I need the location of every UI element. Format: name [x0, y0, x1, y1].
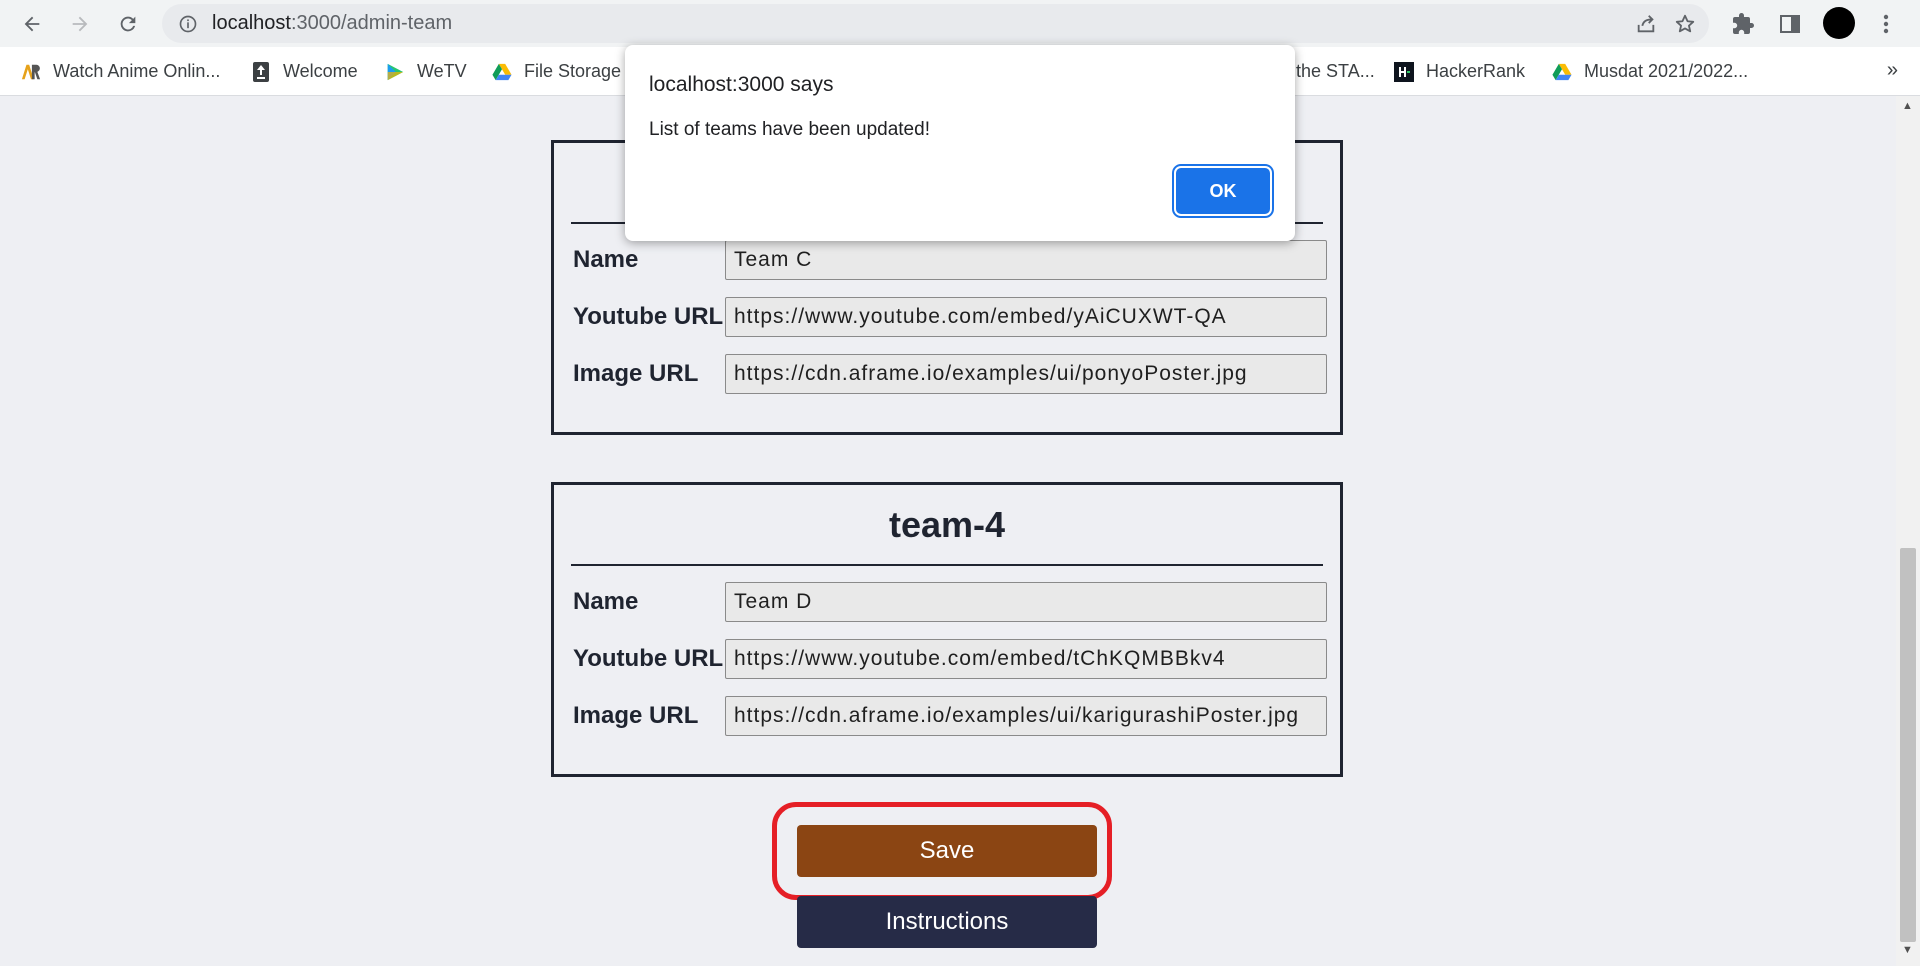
team-card: team-4 Name Youtube URL Image URL	[551, 482, 1343, 777]
bookmark-musdat[interactable]: Musdat 2021/2022...	[1552, 47, 1748, 96]
image-url-input[interactable]	[725, 354, 1327, 394]
bookmark-hackerrank[interactable]: HackerRank	[1394, 47, 1525, 96]
side-panel-icon[interactable]	[1778, 12, 1802, 36]
scroll-up-arrow-icon[interactable]: ▲	[1902, 100, 1913, 112]
team-name-input[interactable]	[725, 240, 1327, 280]
dialog-title: localhost:3000 says	[649, 73, 834, 96]
name-label: Name	[573, 246, 639, 273]
youtube-url-input[interactable]	[725, 639, 1327, 679]
share-icon[interactable]	[1635, 13, 1657, 35]
bookmark-star-icon[interactable]	[1674, 13, 1696, 35]
dialog-ok-button[interactable]: OK	[1172, 164, 1274, 218]
page-scrollbar[interactable]: ▲ ▼	[1896, 96, 1920, 966]
instructions-button[interactable]: Instructions	[797, 896, 1097, 948]
scroll-thumb[interactable]	[1900, 548, 1916, 942]
alert-dialog: localhost:3000 says List of teams have b…	[625, 45, 1295, 241]
address-bar[interactable]: localhost:3000/admin-team	[162, 4, 1709, 43]
card-divider	[571, 564, 1323, 566]
info-icon[interactable]	[178, 14, 198, 34]
youtube-url-label: Youtube URL	[573, 645, 724, 672]
more-bookmarks-chevron-icon[interactable]: »	[1887, 59, 1898, 82]
bookmark-the-sta[interactable]: the STA...	[1296, 47, 1375, 96]
browser-menu-icon[interactable]	[1876, 12, 1896, 36]
arrow-right-icon	[72, 16, 88, 32]
wetv-play-icon	[385, 62, 405, 82]
upload-page-icon	[251, 61, 271, 82]
google-drive-icon	[1552, 62, 1572, 82]
dialog-message: List of teams have been updated!	[649, 119, 930, 140]
image-url-label: Image URL	[573, 360, 699, 387]
team-name-input[interactable]	[725, 582, 1327, 622]
name-label: Name	[573, 588, 639, 615]
google-drive-icon	[492, 62, 512, 82]
profile-avatar[interactable]	[1823, 7, 1855, 39]
scroll-down-arrow-icon[interactable]: ▼	[1902, 944, 1913, 956]
bookmark-wetv[interactable]: WeTV	[385, 47, 467, 96]
bookmark-file-storage[interactable]: File Storage	[492, 47, 621, 96]
youtube-url-input[interactable]	[725, 297, 1327, 337]
hackerrank-icon	[1394, 61, 1414, 82]
youtube-url-label: Youtube URL	[573, 303, 724, 330]
ar-logo-icon	[21, 62, 41, 82]
forward-button[interactable]	[63, 7, 97, 41]
image-url-input[interactable]	[725, 696, 1327, 736]
save-button[interactable]: Save	[797, 825, 1097, 877]
browser-toolbar: localhost:3000/admin-team	[0, 0, 1920, 47]
url-text: localhost:3000/admin-team	[212, 12, 453, 34]
arrow-left-icon	[24, 16, 40, 32]
reload-button[interactable]	[111, 7, 145, 41]
bookmark-welcome[interactable]: Welcome	[251, 47, 358, 96]
bookmark-watch-anime[interactable]: Watch Anime Onlin...	[21, 47, 220, 96]
extensions-puzzle-icon[interactable]	[1731, 12, 1755, 36]
reload-icon	[120, 16, 136, 32]
image-url-label: Image URL	[573, 702, 699, 729]
team-title: team-4	[888, 504, 1006, 545]
back-button[interactable]	[15, 7, 49, 41]
